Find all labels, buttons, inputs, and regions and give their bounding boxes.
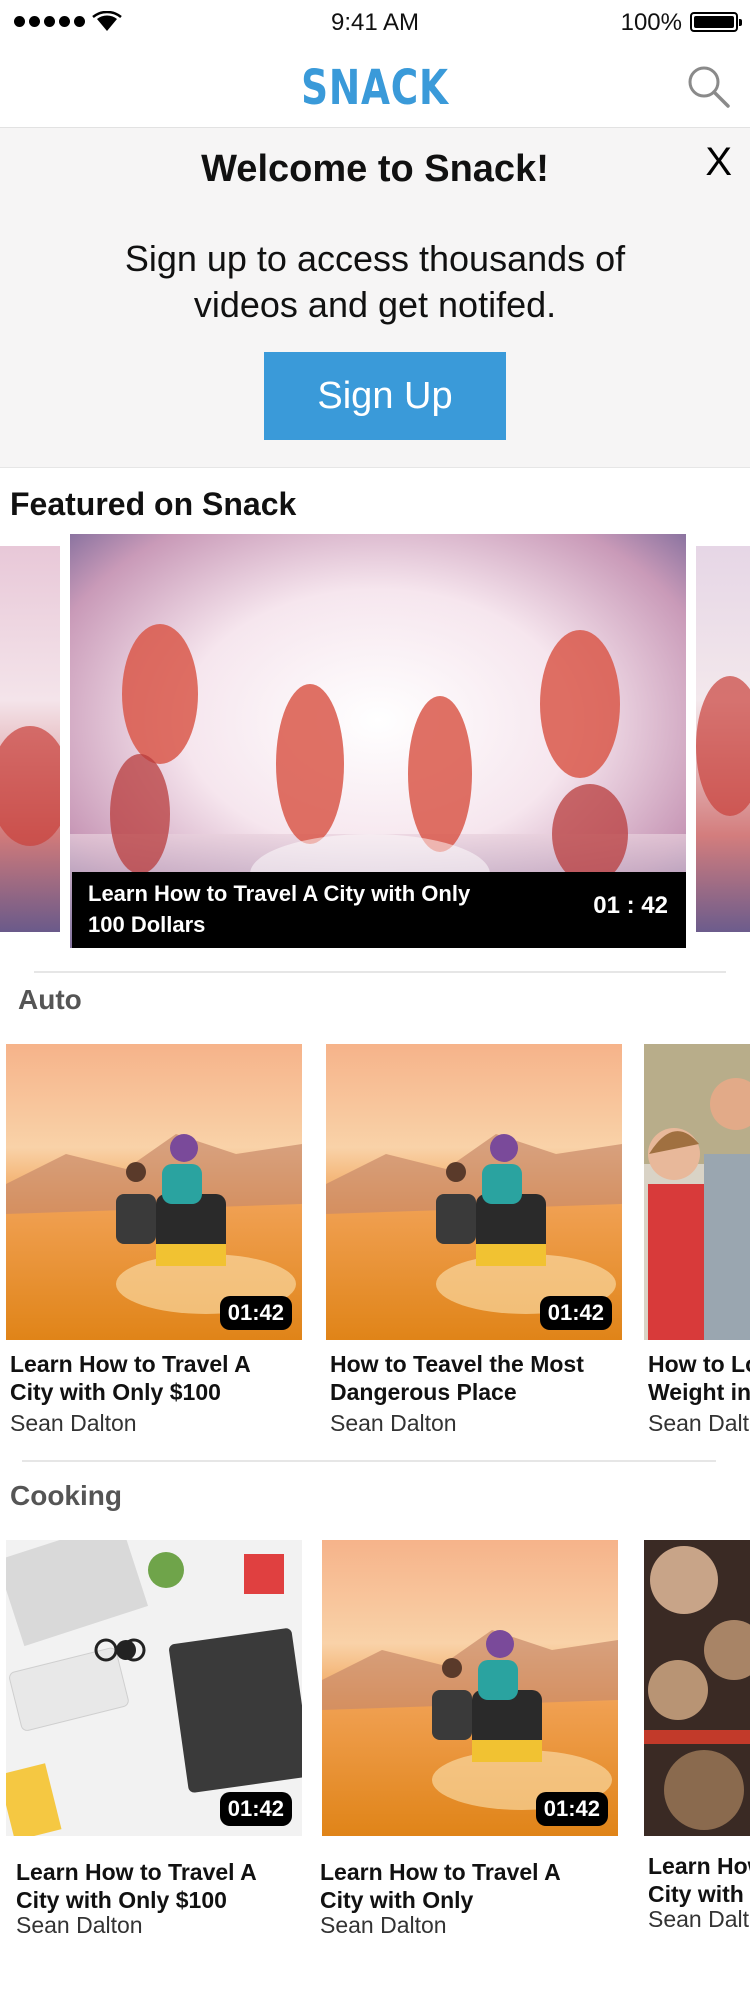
video-duration: 01:42 [219, 1792, 292, 1826]
welcome-banner: Welcome to Snack! X Sign up to access th… [0, 128, 750, 468]
battery-percent: 100% [620, 9, 682, 36]
featured-video-duration: 01 : 42 [593, 892, 668, 919]
video-title: Learn How City with [648, 1853, 750, 1907]
sign-up-button[interactable]: Sign Up [264, 352, 506, 440]
video-author: Sean Dalton [16, 1912, 143, 1938]
banner-message: Sign up to access thousands of videos an… [124, 238, 626, 325]
app-logo: SNACK [301, 60, 449, 116]
search-icon[interactable] [684, 62, 732, 110]
video-card[interactable]: Learn How City with Sean Dalton [644, 1540, 750, 1940]
category-title-cooking: Cooking [10, 1480, 122, 1511]
status-bar: 9:41 AM 100% [0, 0, 750, 44]
video-author: Sean Dalton [648, 1410, 750, 1436]
video-author: Sean Dalton [330, 1410, 457, 1436]
video-thumbnail [644, 1044, 750, 1340]
battery-icon [690, 12, 742, 32]
section-divider [34, 971, 726, 973]
video-title: Learn How to Travel A City with Only $10… [16, 1859, 257, 1913]
featured-next-thumbnail[interactable] [696, 546, 750, 932]
featured-section-title: Featured on Snack [10, 486, 297, 522]
video-title: How to Teavel the Most Dangerous Place [330, 1351, 584, 1405]
banner-title: Welcome to Snack! [201, 148, 549, 190]
video-title: Learn How to Travel A City with Only [320, 1859, 561, 1913]
video-thumbnail: 01:42 [6, 1044, 302, 1340]
featured-prev-thumbnail[interactable] [0, 546, 60, 932]
featured-video-title: Learn How to Travel A City with Only 100… [88, 881, 471, 937]
video-title: How to Lose Weight in [648, 1351, 750, 1405]
video-card[interactable]: 01:42 Learn How to Travel A City with On… [6, 1540, 302, 1940]
video-card[interactable]: 01:42 Learn How to Travel A City with On… [6, 1044, 302, 1444]
section-divider [22, 1460, 716, 1462]
video-duration: 01:42 [539, 1296, 612, 1330]
video-thumbnail: 01:42 [326, 1044, 622, 1340]
close-icon[interactable]: X [705, 142, 732, 182]
video-card[interactable]: 01:42 Learn How to Travel A City with On… [320, 1540, 618, 1940]
video-card[interactable]: How to Lose Weight in Sean Dalton [644, 1044, 750, 1444]
video-duration: 01:42 [535, 1792, 608, 1826]
video-card[interactable]: 01:42 How to Teavel the Most Dangerous P… [326, 1044, 622, 1444]
video-duration: 01:42 [219, 1296, 292, 1330]
video-author: Sean Dalton [320, 1912, 447, 1938]
nav-bar: SNACK [0, 44, 750, 128]
video-author: Sean Dalton [648, 1906, 750, 1932]
featured-caption: Learn How to Travel A City with Only 100… [72, 872, 686, 948]
video-thumbnail: 01:42 [6, 1540, 302, 1836]
video-author: Sean Dalton [10, 1410, 137, 1436]
video-thumbnail: 01:42 [322, 1540, 618, 1836]
video-thumbnail [644, 1540, 750, 1836]
featured-video[interactable]: Learn How to Travel A City with Only 100… [70, 534, 686, 948]
category-title-auto: Auto [18, 984, 82, 1015]
video-title: Learn How to Travel A City with Only $10… [10, 1351, 251, 1405]
